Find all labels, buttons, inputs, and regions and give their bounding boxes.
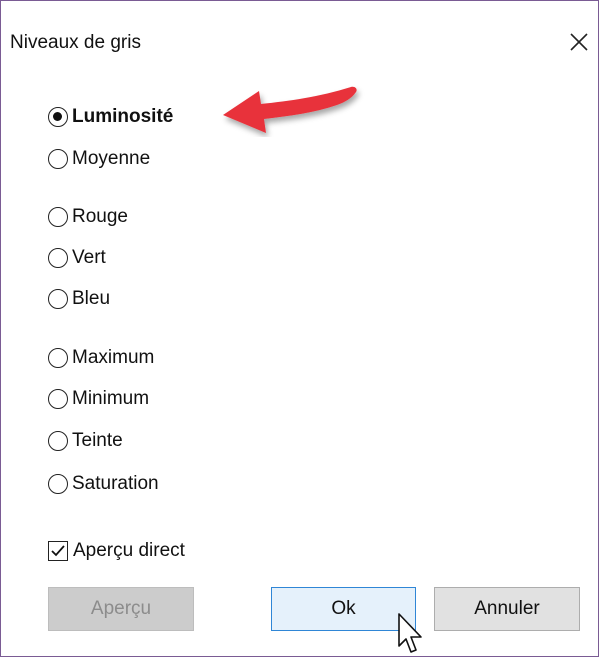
checkmark-icon <box>51 545 65 557</box>
radio-label: Bleu <box>72 288 111 309</box>
live-preview-label: Aperçu direct <box>73 540 185 561</box>
radio-label: Saturation <box>72 473 159 494</box>
radio-bleu[interactable]: Bleu <box>48 287 110 311</box>
radio-label: Vert <box>72 247 106 268</box>
radio-saturation[interactable]: Saturation <box>48 472 159 496</box>
dialog-title: Niveaux de gris <box>10 32 141 53</box>
radio-moyenne[interactable]: Moyenne <box>48 147 150 171</box>
radio-vert[interactable]: Vert <box>48 246 106 270</box>
cancel-button[interactable]: Annuler <box>434 587 580 631</box>
radio-minimum[interactable]: Minimum <box>48 387 149 411</box>
radio-label: Teinte <box>72 430 123 451</box>
radio-rouge[interactable]: Rouge <box>48 205 128 229</box>
preview-button[interactable]: Aperçu <box>48 587 194 631</box>
red-arrow-icon <box>223 86 357 133</box>
live-preview-checkbox[interactable] <box>48 541 68 561</box>
radio-button-selected[interactable] <box>48 107 68 127</box>
radio-button[interactable] <box>48 348 68 368</box>
grayscale-dialog: Niveaux de gris Luminosité Moyenne Rouge… <box>0 0 599 657</box>
close-icon[interactable] <box>568 31 590 53</box>
mouse-cursor-icon <box>398 613 422 653</box>
title-bar: Niveaux de gris <box>1 1 598 53</box>
radio-button[interactable] <box>48 389 68 409</box>
radio-button[interactable] <box>48 474 68 494</box>
radio-button[interactable] <box>48 207 68 227</box>
radio-button[interactable] <box>48 248 68 268</box>
radio-button[interactable] <box>48 431 68 451</box>
live-preview-checkbox-row[interactable]: Aperçu direct <box>48 539 185 563</box>
radio-button[interactable] <box>48 149 68 169</box>
radio-label: Moyenne <box>72 148 151 169</box>
radio-teinte[interactable]: Teinte <box>48 429 123 453</box>
radio-label: Maximum <box>72 347 155 368</box>
radio-label: Luminosité <box>72 106 174 127</box>
radio-label: Rouge <box>72 206 128 227</box>
radio-button[interactable] <box>48 289 68 309</box>
radio-luminosite[interactable]: Luminosité <box>48 105 173 129</box>
ok-button[interactable]: Ok <box>271 587 416 631</box>
radio-maximum[interactable]: Maximum <box>48 346 154 370</box>
radio-label: Minimum <box>72 388 150 409</box>
